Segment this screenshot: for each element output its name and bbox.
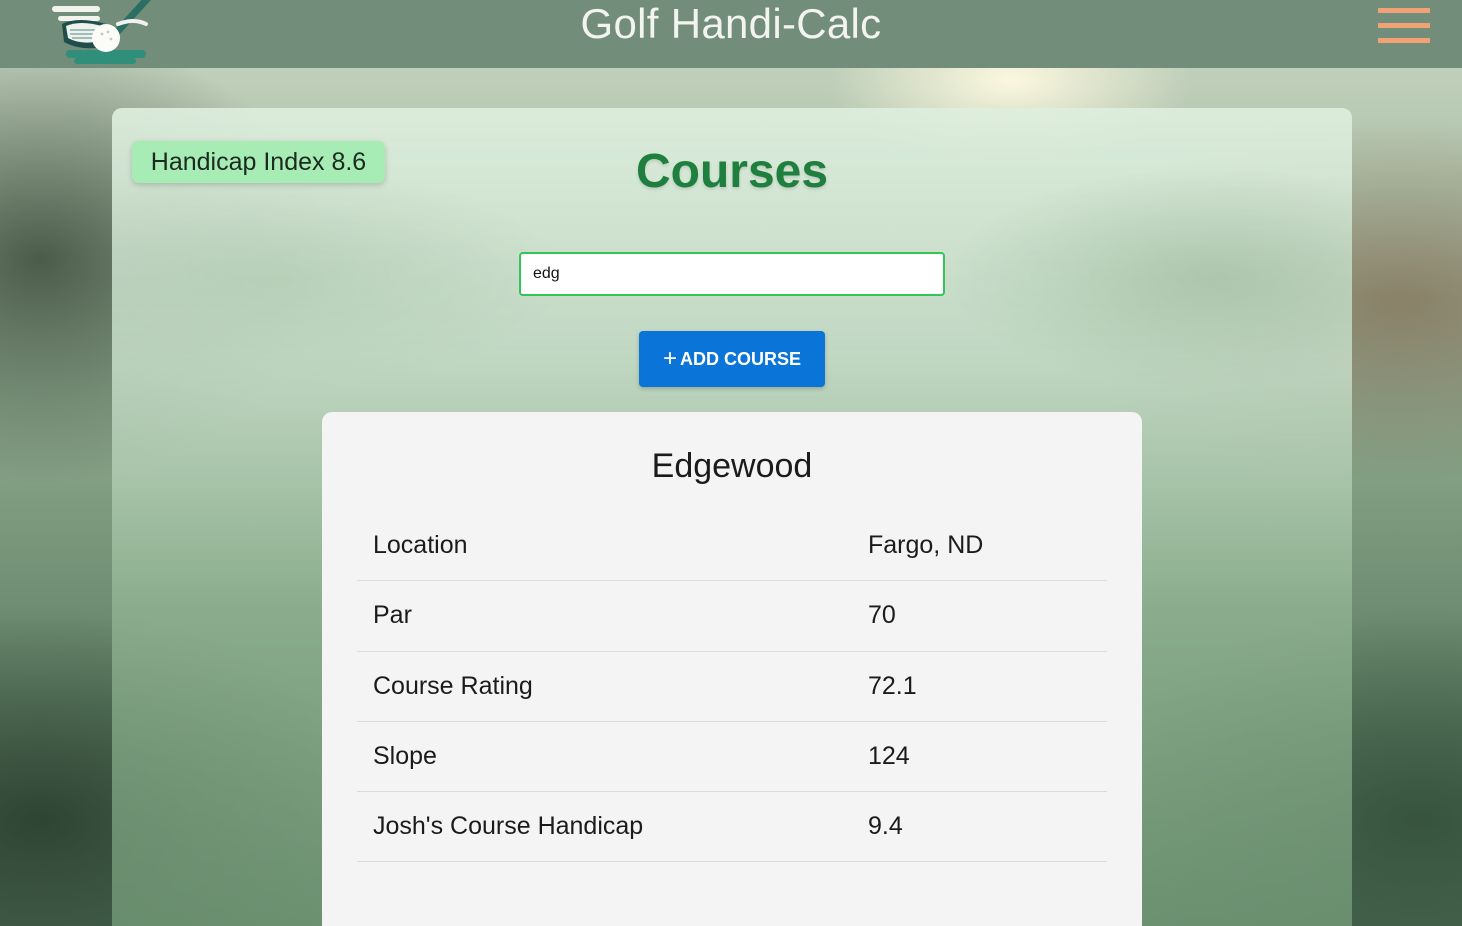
row-label: Josh's Course Handicap <box>373 812 644 841</box>
app-header: Golf Handi-Calc <box>0 0 1462 68</box>
page-title: Courses <box>635 145 829 198</box>
app-title: Golf Handi-Calc <box>580 0 882 47</box>
row-label: Location <box>373 531 468 560</box>
table-row: Slope 124 <box>357 722 1107 793</box>
row-label: Course Rating <box>373 671 533 700</box>
course-name: Edgewood <box>651 447 813 485</box>
row-label: Par <box>373 601 412 630</box>
row-label: Slope <box>373 742 437 771</box>
menu-bar <box>1378 23 1430 28</box>
add-course-button[interactable]: + ADD COURSE <box>639 331 825 387</box>
table-row: Par 70 <box>357 581 1107 652</box>
menu-bar <box>1378 8 1430 13</box>
row-value: 124 <box>868 742 910 771</box>
add-course-label: ADD COURSE <box>680 348 802 369</box>
row-value: 9.4 <box>868 812 903 841</box>
course-card: Edgewood Location Fargo, ND Par 70 Cours… <box>322 412 1142 926</box>
course-search-input[interactable] <box>519 252 945 296</box>
hamburger-menu-icon[interactable] <box>1374 4 1432 44</box>
plus-icon: + <box>662 345 677 372</box>
course-details-table: Location Fargo, ND Par 70 Course Rating … <box>357 511 1107 863</box>
row-value: 72.1 <box>868 671 917 700</box>
table-row: Course Rating 72.1 <box>357 652 1107 722</box>
menu-bar <box>1378 38 1430 43</box>
table-row: Josh's Course Handicap 9.4 <box>357 792 1107 863</box>
row-value: Fargo, ND <box>868 531 984 560</box>
table-row: Location Fargo, ND <box>357 511 1107 582</box>
courses-panel: Handicap Index 8.6 Courses + ADD COURSE … <box>112 108 1352 926</box>
row-value: 70 <box>868 601 896 630</box>
